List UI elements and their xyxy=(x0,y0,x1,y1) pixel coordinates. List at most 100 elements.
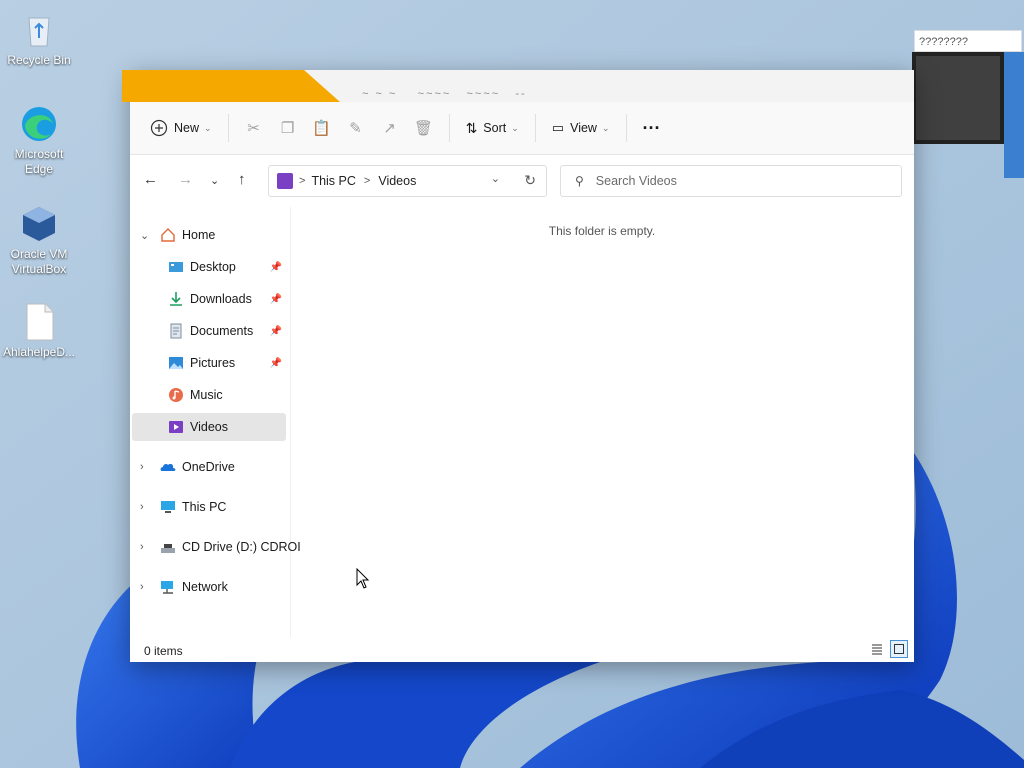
this-pc-icon xyxy=(160,499,176,515)
recycle-bin-icon xyxy=(19,10,59,50)
up-arrow-icon[interactable]: ↑ xyxy=(238,171,246,188)
navigation-pane: ⌄ Home Desktop 📌 Downloads 📌 Documents 📌… xyxy=(130,207,301,637)
breadcrumb-this-pc[interactable]: This PC xyxy=(311,174,355,188)
breadcrumb-separator: > xyxy=(363,175,371,187)
back-arrow-icon[interactable]: ← xyxy=(143,171,158,188)
chevron-down-icon: ⌄ xyxy=(601,122,610,133)
details-view-icon[interactable] xyxy=(868,640,886,658)
edge-icon xyxy=(19,104,59,144)
new-button[interactable]: New ⌄ xyxy=(142,112,220,144)
nav-item-label: Documents xyxy=(190,324,254,338)
paste-icon[interactable]: 📋 xyxy=(305,112,339,144)
sort-icon: ⇅ xyxy=(465,119,478,136)
virtualbox-icon xyxy=(19,204,59,244)
chevron-down-icon[interactable]: ⌄ xyxy=(140,229,152,242)
nav-item-label: Network xyxy=(182,580,228,594)
address-bar[interactable]: > This PC > Videos ⌄ ↻ xyxy=(268,165,547,197)
item-count: 0 items xyxy=(144,644,183,658)
nav-item-network[interactable]: › Network xyxy=(132,573,286,601)
search-input[interactable] xyxy=(593,173,878,189)
more-options-button[interactable]: ··· xyxy=(635,112,669,144)
desktop-icon-label: Microsoft Edge xyxy=(14,147,64,176)
desktop-icon-recycle-bin[interactable]: Recycle Bin xyxy=(0,10,78,68)
nav-item-documents[interactable]: Documents 📌 xyxy=(132,317,286,345)
toolbar-separator xyxy=(625,114,627,142)
chevron-right-icon[interactable]: › xyxy=(140,461,152,473)
view-button-label: View xyxy=(570,121,597,135)
chevron-down-icon: ⌄ xyxy=(511,122,519,133)
chevron-right-icon[interactable]: › xyxy=(140,581,152,593)
cd-drive-icon xyxy=(160,539,176,555)
toolbar-separator xyxy=(227,114,229,142)
cut-icon[interactable]: ✂ xyxy=(237,112,271,144)
desktop-icon-label: Oracle VM VirtualBox xyxy=(10,247,68,276)
sort-button[interactable]: ⇅ Sort ⌄ xyxy=(458,112,527,144)
nav-item-cd-drive[interactable]: › CD Drive (D:) CDROI xyxy=(132,533,301,561)
nav-item-label: Videos xyxy=(190,420,228,434)
status-bar: 0 items xyxy=(130,638,914,662)
nav-item-label: Home xyxy=(182,228,216,242)
music-icon xyxy=(168,387,184,403)
search-icon: ⚲ xyxy=(575,174,584,188)
nav-item-label: Pictures xyxy=(190,356,236,370)
view-button[interactable]: ▭ View ⌄ xyxy=(544,112,618,144)
pin-icon: 📌 xyxy=(269,261,282,273)
chevron-right-icon[interactable]: › xyxy=(140,501,152,513)
search-box[interactable]: ⚲ xyxy=(560,165,902,197)
delete-icon[interactable]: 🗑 xyxy=(407,112,441,144)
refresh-icon[interactable]: ↻ xyxy=(524,172,536,189)
nav-item-downloads[interactable]: Downloads 📌 xyxy=(132,285,286,313)
network-icon xyxy=(160,579,176,595)
mouse-cursor-icon xyxy=(356,568,370,589)
toolbar-separator xyxy=(534,114,536,142)
share-icon[interactable]: ↗ xyxy=(373,112,407,144)
breadcrumb-separator: > xyxy=(299,175,306,187)
nav-item-this-pc[interactable]: › This PC xyxy=(132,493,286,521)
pin-icon: 📌 xyxy=(269,293,282,305)
background-window-content xyxy=(912,52,1024,178)
desktop-folder-icon xyxy=(168,259,184,275)
nav-item-onedrive[interactable]: › OneDrive xyxy=(132,453,286,481)
new-button-label: New xyxy=(174,121,200,135)
videos-icon xyxy=(168,419,184,435)
nav-item-desktop[interactable]: Desktop 📌 xyxy=(132,253,286,281)
desktop-icon-label: AhlahelpeD... xyxy=(2,345,76,359)
copy-icon[interactable]: ❐ xyxy=(271,112,305,144)
nav-item-home[interactable]: ⌄ Home xyxy=(132,221,286,249)
plus-circle-icon xyxy=(150,119,168,137)
rename-icon[interactable]: ✎ xyxy=(339,112,373,144)
file-icon xyxy=(19,302,59,342)
tab-accent-shape xyxy=(122,70,340,102)
empty-folder-message: This folder is empty. xyxy=(548,224,656,238)
pin-icon: 📌 xyxy=(269,325,282,337)
home-icon xyxy=(160,227,176,243)
download-icon xyxy=(168,291,184,307)
desktop-icon-file[interactable]: AhlahelpeD... xyxy=(0,302,78,360)
chevron-right-icon[interactable]: › xyxy=(140,541,152,553)
nav-item-label: Desktop xyxy=(190,260,236,274)
nav-item-videos[interactable]: Videos xyxy=(132,413,286,441)
videos-location-icon xyxy=(277,173,293,189)
view-toggle-group xyxy=(868,640,908,658)
address-dropdown-chevron-icon[interactable]: ⌄ xyxy=(491,172,500,185)
desktop-icon-virtualbox[interactable]: Oracle VM VirtualBox xyxy=(0,204,78,277)
breadcrumb-videos[interactable]: Videos xyxy=(378,174,416,188)
large-icons-view-icon[interactable] xyxy=(890,640,908,658)
sort-button-label: Sort xyxy=(483,121,507,135)
view-icon: ▭ xyxy=(551,120,565,135)
title-bar[interactable]: ~ ~ ~ ~~~~ ~~~~ -- xyxy=(122,70,914,102)
background-window[interactable]: ???????? xyxy=(912,30,1024,178)
pin-icon: 📌 xyxy=(269,357,282,369)
nav-item-label: Downloads xyxy=(190,292,252,306)
forward-arrow-icon[interactable]: → xyxy=(178,171,193,188)
nav-item-pictures[interactable]: Pictures 📌 xyxy=(132,349,286,377)
address-row: ← → ⌄ ↑ > This PC > Videos ⌄ ↻ ⚲ xyxy=(130,155,914,207)
nav-item-music[interactable]: Music xyxy=(132,381,286,409)
more-icon: ··· xyxy=(642,117,661,138)
documents-icon xyxy=(168,323,184,339)
file-explorer-window[interactable]: ~ ~ ~ ~~~~ ~~~~ -- New ⌄ ✂ ❐ 📋 ✎ ↗ 🗑 ⇅ S… xyxy=(122,70,914,662)
nav-item-label: CD Drive (D:) CDROI xyxy=(182,540,301,554)
desktop-icon-microsoft-edge[interactable]: Microsoft Edge xyxy=(0,104,78,177)
recent-chevron-icon[interactable]: ⌄ xyxy=(210,174,219,187)
nav-item-label: OneDrive xyxy=(182,460,235,474)
